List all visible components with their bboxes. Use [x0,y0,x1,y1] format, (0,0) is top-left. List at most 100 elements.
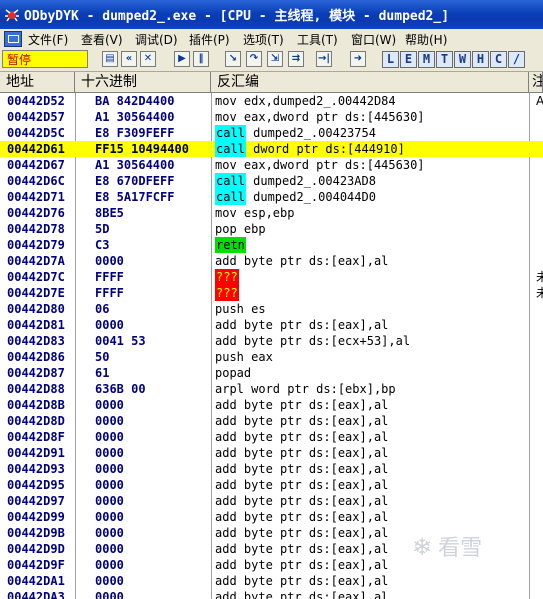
disasm-row[interactable]: 00442D61 FF15 10494400 call dword ptr ds:[… [0,141,543,157]
step-into-button[interactable]: ↘ [225,51,241,67]
disasm-row[interactable]: 00442D67 A1 30564400 mov eax,dword ptr ds:… [0,157,543,173]
disasm-row[interactable]: 00442D71 E8 5A17FCFF call dumped2_.004044D… [0,189,543,205]
disasm-row[interactable]: 00442D81 0000 add byte ptr ds:[eax],al [0,317,543,333]
mnemonic-highlight: ??? [215,269,239,285]
row-address: 00442D52 [7,94,65,108]
row-address: 00442D71 [7,190,65,204]
row-address: 00442D83 [7,334,65,348]
patches-button[interactable]: / [508,51,525,68]
row-hex: 0000 [95,526,124,540]
column-header-address[interactable]: 地址 [0,72,75,93]
disasm-row[interactable]: 00442D78 5D pop ebp [0,221,543,237]
cpu-button[interactable]: C [490,51,507,68]
disasm-row[interactable]: 00442D91 0000 add byte ptr ds:[eax],al [0,445,543,461]
disasm-row[interactable]: 00442DA1 0000 add byte ptr ds:[eax],al [0,573,543,589]
disasm-row[interactable]: 00442D7C FFFF??? 未 [0,269,543,285]
threads-button[interactable]: T [436,51,453,68]
operand-text: add byte ptr ds:[eax],al [215,574,389,588]
operand-text: add byte ptr ds:[eax],al [215,414,389,428]
executables-button[interactable]: E [400,51,417,68]
disasm-row[interactable]: 00442D88 636B 00 arpl word ptr ds:[ebx],bp [0,381,543,397]
open-button[interactable]: ▤ [102,51,118,67]
memory-map-button[interactable]: M [418,51,435,68]
disasm-row[interactable]: 00442D8B 0000 add byte ptr ds:[eax],al [0,397,543,413]
row-disasm: call dumped2_.00423754 [215,125,376,141]
menu-debug[interactable]: 调试(D) [135,31,178,48]
disasm-row[interactable]: 00442D5C E8 F309FEFF call dumped2_.0042375… [0,125,543,141]
execute-till-return-button[interactable]: →| [316,51,332,67]
disasm-row[interactable]: 00442D97 0000 add byte ptr ds:[eax],al [0,493,543,509]
step-into-icon: ↘ [228,53,238,64]
row-disasm: add byte ptr ds:[eax],al [215,413,388,429]
operand-text: popad [215,366,252,380]
close-icon: ✕ [143,53,153,64]
step-over-button[interactable]: ↷ [246,51,262,67]
row-hex: E8 F309FEFF [95,126,175,140]
operand-text: add byte ptr ds:[eax],al [215,558,389,572]
row-hex: A1 30564400 [95,110,175,124]
row-hex: 0000 [95,462,124,476]
row-disasm: add byte ptr ds:[eax],al [215,589,388,599]
cpu-window-icon[interactable] [4,31,22,47]
column-header-hex[interactable]: 十六进制 [75,72,211,93]
menu-file[interactable]: 文件(F) [28,31,68,48]
operand-text: add byte ptr ds:[eax],al [215,510,389,524]
run-button[interactable]: ▶ [174,51,190,67]
row-address: 00442D76 [7,206,65,220]
disasm-row[interactable]: 00442D86 50 push eax [0,349,543,365]
close-button[interactable]: ✕ [140,51,156,67]
row-disasm: call dumped2_.00423AD8 [215,173,376,189]
goto-button[interactable]: ➜ [350,51,366,67]
row-address: 00442D61 [7,142,65,156]
row-address: 00442D5C [7,126,65,140]
disasm-row[interactable]: 00442D80 06 push es [0,301,543,317]
menu-plugins[interactable]: 插件(P) [189,31,230,48]
row-address: 00442D7C [7,270,65,284]
disasm-row[interactable]: 00442D76 8BE5 mov esp,ebp [0,205,543,221]
disasm-row[interactable]: 00442D95 0000 add byte ptr ds:[eax],al [0,477,543,493]
restart-button[interactable]: « [121,51,137,67]
row-hex: E8 670DFEFF [95,174,175,188]
column-header-comment[interactable]: 注 [529,72,543,93]
trace-into-button[interactable]: ⇲ [267,51,283,67]
title-bar[interactable]: ODbyDYK - dumped2_.exe - [CPU - 主线程, 模块 … [0,0,543,29]
menu-window[interactable]: 窗口(W) [351,31,396,48]
menu-view[interactable]: 查看(V) [81,31,123,48]
disasm-row[interactable]: 00442D99 0000 add byte ptr ds:[eax],al [0,509,543,525]
disasm-row[interactable]: 00442D93 0000 add byte ptr ds:[eax],al [0,461,543,477]
row-disasm: add byte ptr ds:[eax],al [215,253,388,269]
row-hex: 0000 [95,590,124,599]
trace-over-button[interactable]: ⇉ [288,51,304,67]
row-address: 00442D9F [7,558,65,572]
disassembly-pane[interactable]: 00442D52 BA 842D4400 mov edx,dumped2_.0044… [0,93,543,599]
row-hex: E8 5A17FCFF [95,190,175,204]
row-hex: 0000 [95,574,124,588]
row-hex: 0000 [95,254,124,268]
mnemonic-highlight: call [215,141,246,157]
menu-tools[interactable]: 工具(T) [297,31,338,48]
mnemonic-highlight: call [215,189,246,205]
disasm-row[interactable]: 00442D52 BA 842D4400 mov edx,dumped2_.0044… [0,93,543,109]
windows-button[interactable]: W [454,51,471,68]
handles-button[interactable]: H [472,51,489,68]
menu-options[interactable]: 选项(T) [243,31,284,48]
rewind-icon: « [125,53,133,64]
row-disasm: push eax [215,349,273,365]
disasm-row[interactable]: 00442D87 61 popad [0,365,543,381]
pause-button[interactable]: ‖ [193,51,209,67]
menu-help[interactable]: 帮助(H) [405,31,447,48]
disasm-row[interactable]: 00442D57 A1 30564400 mov eax,dword ptr ds:… [0,109,543,125]
column-header-disasm[interactable]: 反汇编 [211,72,529,93]
disasm-row[interactable]: 00442D83 0041 53 add byte ptr ds:[ecx+53],… [0,333,543,349]
disasm-row[interactable]: 00442D7A 0000 add byte ptr ds:[eax],al [0,253,543,269]
disasm-row[interactable]: 00442D79 C3 retn [0,237,543,253]
row-address: 00442D9B [7,526,65,540]
disasm-row[interactable]: 00442D8D 0000 add byte ptr ds:[eax],al [0,413,543,429]
disasm-row[interactable]: 00442D7E FFFF??? 未 [0,285,543,301]
row-comment: A [536,94,543,108]
log-window-button[interactable]: L [382,51,399,68]
disasm-row[interactable]: 00442D6C E8 670DFEFF call dumped2_.00423AD… [0,173,543,189]
toolbar: 暂停 ▤ « ✕ ▶ ‖ ↘ ↷ ⇲ ⇉ →| ➜ L E M T W H C … [0,48,543,72]
disasm-row[interactable]: 00442D8F 0000 add byte ptr ds:[eax],al [0,429,543,445]
disasm-row[interactable]: 00442DA3 0000 add byte ptr ds:[eax],al [0,589,543,599]
